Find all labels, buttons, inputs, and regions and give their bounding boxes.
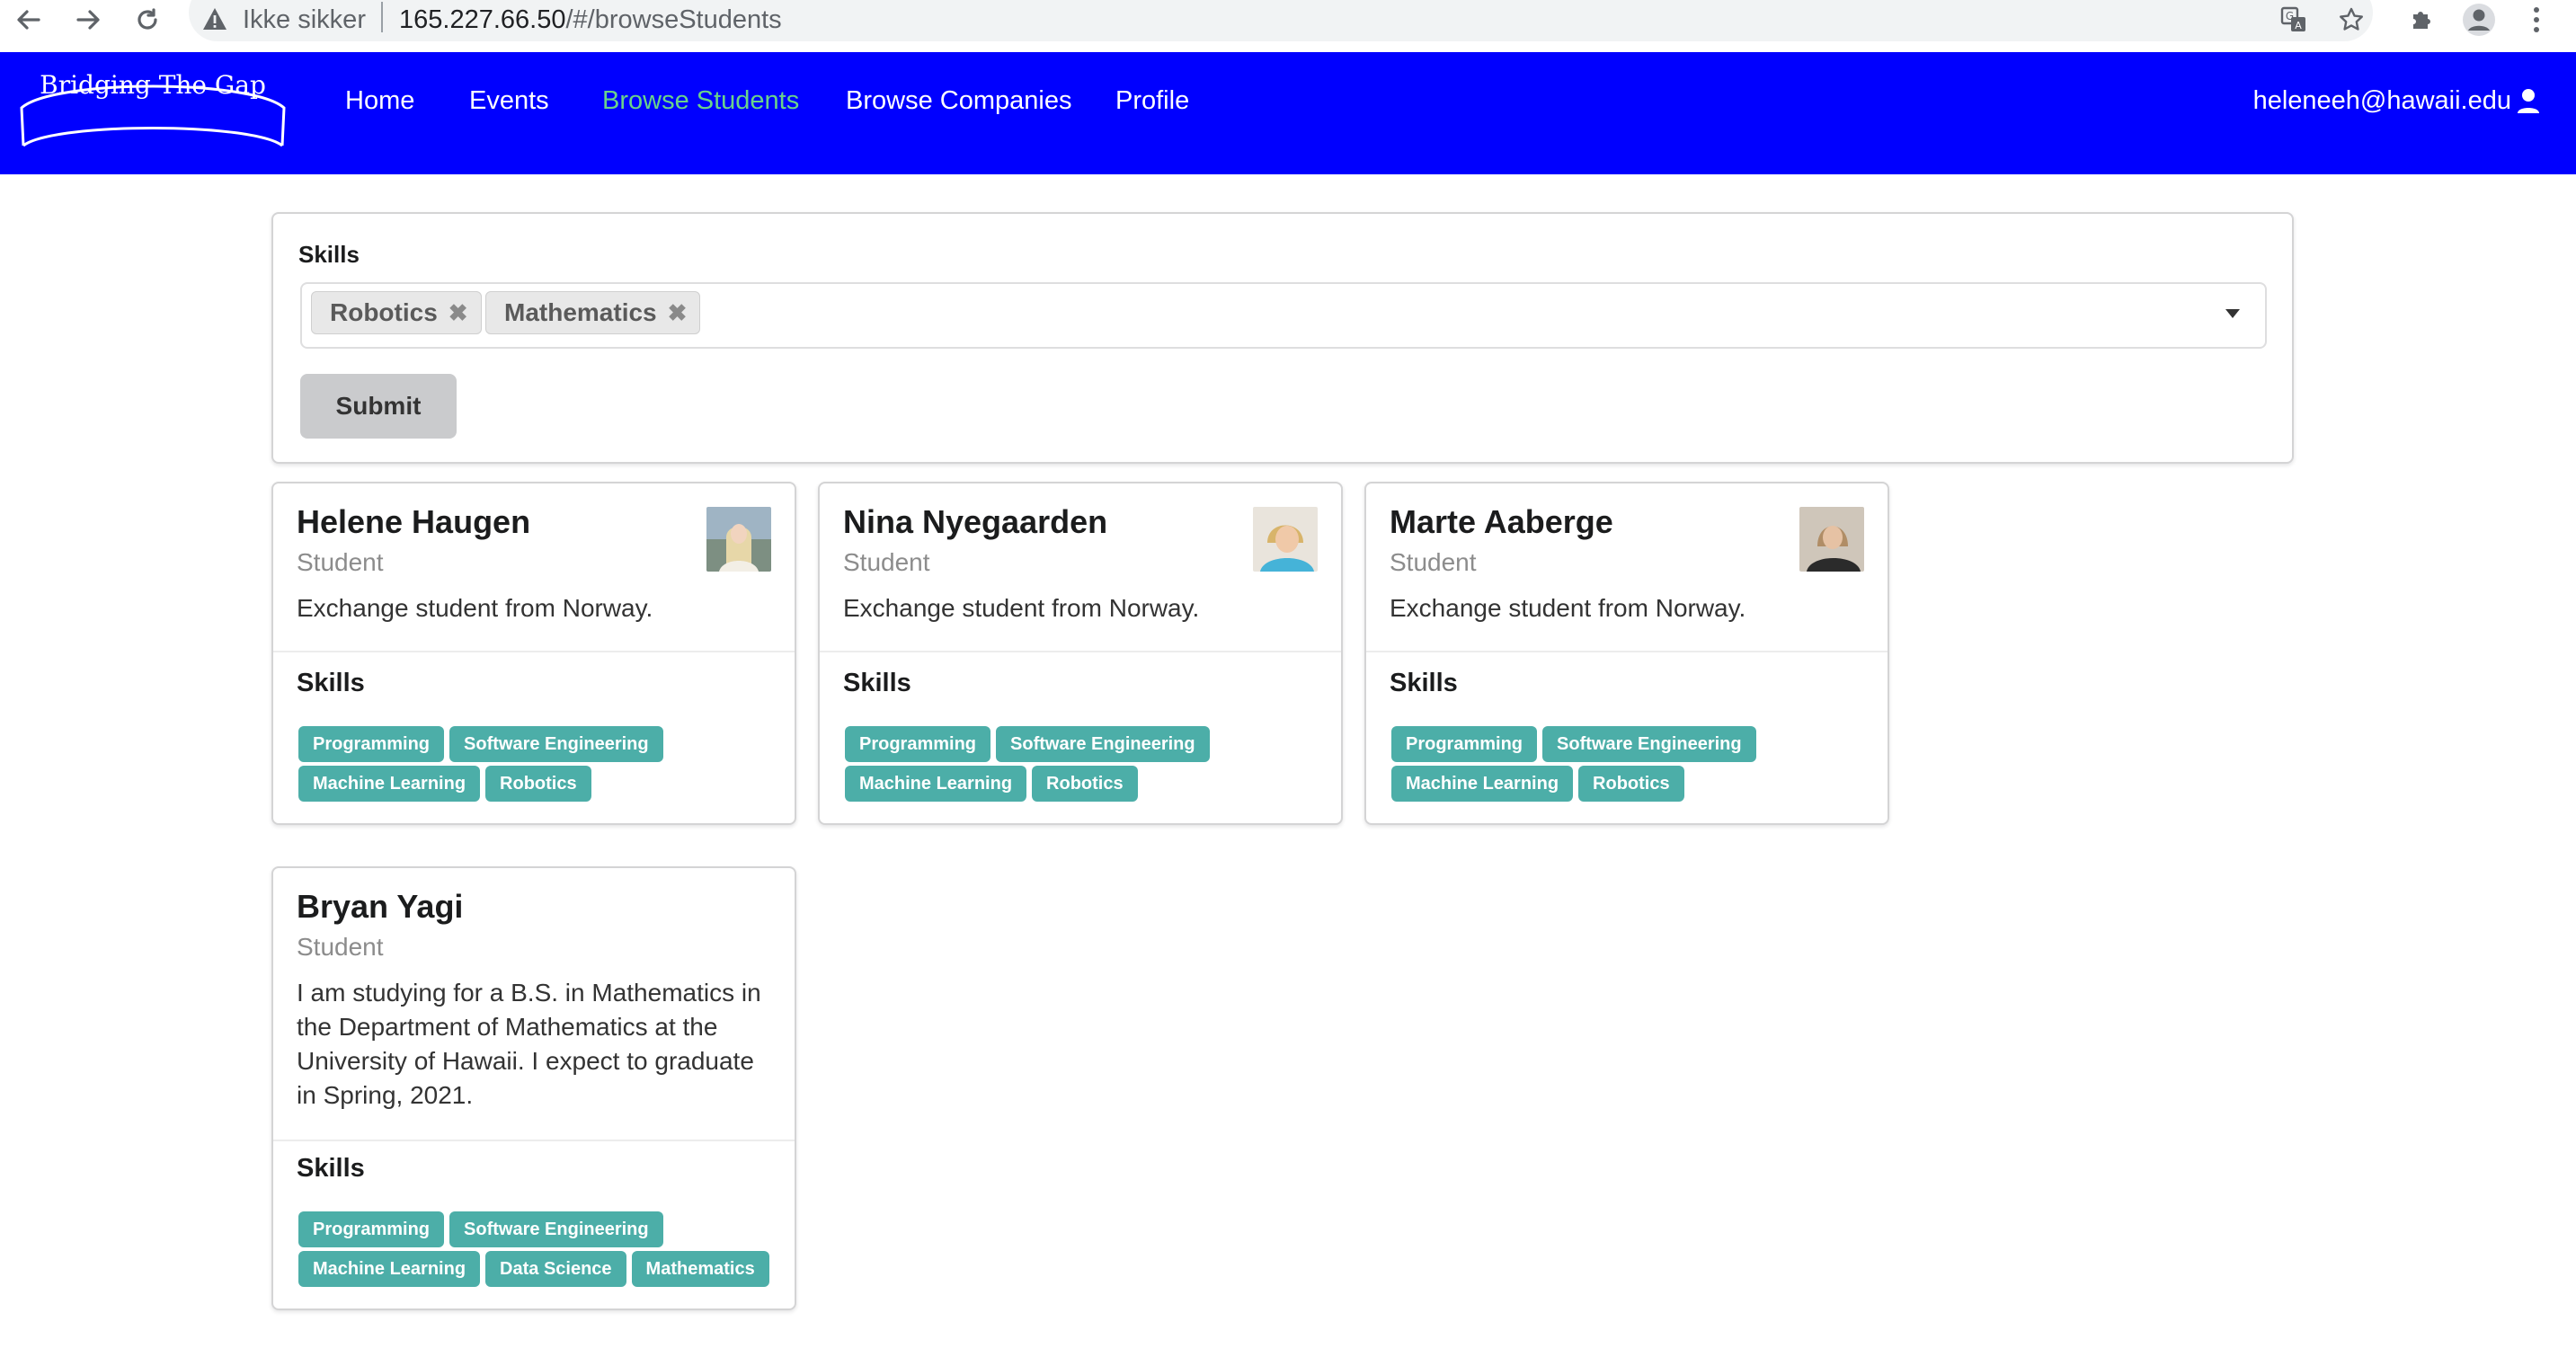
skill-tag[interactable]: Machine Learning	[298, 1251, 481, 1287]
student-card: Bryan Yagi Student I am studying for a B…	[271, 866, 796, 1310]
skill-tag[interactable]: Software Engineering	[1542, 726, 1756, 762]
nav-browse-students[interactable]: Browse Students	[602, 83, 799, 119]
student-card: Nina Nyegaarden Student Exchange student…	[818, 482, 1343, 825]
student-name: Bryan Yagi	[297, 888, 464, 925]
user-icon	[2518, 89, 2539, 113]
url-path: /#/browseStudents	[565, 5, 782, 34]
card-divider	[273, 651, 795, 652]
chip-label: Robotics	[330, 298, 438, 326]
skill-tag[interactable]: Programming	[298, 1211, 445, 1247]
remove-chip-icon[interactable]: ✖	[668, 299, 688, 327]
skill-tag[interactable]: Software Engineering	[449, 1211, 663, 1247]
nav-home[interactable]: Home	[345, 83, 414, 119]
student-name: Helene Haugen	[297, 503, 531, 540]
submit-button[interactable]: Submit	[300, 374, 457, 439]
skill-tag[interactable]: Machine Learning	[298, 766, 481, 802]
profile-avatar-icon[interactable]	[2459, 0, 2499, 40]
skill-tag[interactable]: Programming	[298, 726, 445, 762]
student-name: Marte Aaberge	[1390, 503, 1613, 540]
kebab-menu-icon[interactable]	[2517, 0, 2556, 40]
skill-tag[interactable]: Data Science	[485, 1251, 626, 1287]
selected-skill-chip: Robotics ✖	[311, 291, 482, 334]
url-text[interactable]: 165.227.66.50/#/browseStudents	[399, 4, 782, 35]
student-description: Exchange student from Norway.	[1390, 594, 1746, 622]
skill-tag[interactable]: Machine Learning	[1391, 766, 1574, 802]
student-role: Student	[1390, 548, 1477, 576]
skills-multiselect[interactable]: Robotics ✖ Mathematics ✖	[300, 282, 2267, 349]
security-label[interactable]: Ikke sikker	[243, 4, 366, 35]
remove-chip-icon[interactable]: ✖	[449, 299, 468, 327]
user-menu[interactable]: heleneeh@hawaii.edu	[2253, 83, 2540, 119]
user-email: heleneeh@hawaii.edu	[2252, 85, 2511, 115]
skill-tag[interactable]: Programming	[1391, 726, 1538, 762]
student-avatar	[1799, 507, 1864, 572]
student-card: Helene Haugen Student Exchange student f…	[271, 482, 796, 825]
nav-browse-companies[interactable]: Browse Companies	[846, 83, 1071, 119]
site-logo[interactable]: Bridging The Gap	[18, 59, 288, 156]
nav-events[interactable]: Events	[469, 83, 549, 119]
skills-filter-label: Skills	[298, 241, 360, 268]
skill-tag[interactable]: Software Engineering	[449, 726, 663, 762]
student-avatar	[1253, 507, 1318, 572]
student-description: Exchange student from Norway.	[297, 594, 653, 622]
bookmark-star-icon[interactable]	[2332, 0, 2371, 40]
card-divider	[1366, 651, 1888, 652]
svg-text:A: A	[2295, 20, 2302, 31]
skills-heading: Skills	[297, 669, 365, 697]
card-divider	[273, 1140, 795, 1141]
extensions-puzzle-icon[interactable]	[2402, 0, 2441, 40]
warning-icon	[203, 8, 227, 30]
student-role: Student	[297, 933, 384, 961]
address-bar[interactable]: Ikke sikker 165.227.66.50/#/browseStuden…	[189, 0, 2373, 41]
skill-tag[interactable]: Robotics	[485, 766, 591, 802]
skills-heading: Skills	[1390, 669, 1458, 697]
browser-toolbar: Ikke sikker 165.227.66.50/#/browseStuden…	[0, 0, 2576, 50]
student-name: Nina Nyegaarden	[843, 503, 1108, 540]
card-divider	[820, 651, 1341, 652]
skills-heading: Skills	[843, 669, 911, 697]
skill-tags: Programming Software Engineering Machine …	[845, 726, 1330, 805]
skill-tag[interactable]: Mathematics	[631, 1251, 769, 1287]
student-role: Student	[843, 548, 930, 576]
student-role: Student	[297, 548, 384, 576]
dropdown-caret-icon[interactable]	[2225, 309, 2240, 318]
selected-skill-chip: Mathematics ✖	[485, 291, 701, 334]
skill-tags: Programming Software Engineering Machine …	[298, 726, 784, 805]
student-card: Marte Aaberge Student Exchange student f…	[1364, 482, 1889, 825]
skills-heading: Skills	[297, 1154, 365, 1183]
logo-text: Bridging The Gap	[40, 70, 266, 100]
site-navbar: Bridging The Gap Home Events Browse Stud…	[0, 52, 2576, 174]
nav-profile[interactable]: Profile	[1115, 83, 1189, 119]
skill-tags: Programming Software Engineering Machine …	[298, 1211, 784, 1291]
skill-tag[interactable]: Robotics	[1578, 766, 1684, 802]
back-arrow-icon[interactable]	[9, 0, 49, 40]
translate-icon[interactable]: G A	[2274, 0, 2314, 40]
skills-filter-form: Skills Robotics ✖ Mathematics ✖ Submit	[271, 212, 2294, 464]
chip-label: Mathematics	[504, 298, 657, 326]
reload-icon[interactable]	[128, 0, 167, 40]
url-host: 165.227.66.50	[399, 5, 566, 34]
skill-tag[interactable]: Machine Learning	[845, 766, 1027, 802]
student-avatar	[706, 507, 771, 572]
skill-tag[interactable]: Programming	[845, 726, 991, 762]
student-description: Exchange student from Norway.	[843, 594, 1200, 622]
skill-tags: Programming Software Engineering Machine …	[1391, 726, 1877, 805]
student-description: I am studying for a B.S. in Mathematics …	[297, 979, 761, 1109]
skill-tag[interactable]: Software Engineering	[996, 726, 1210, 762]
address-separator	[381, 2, 383, 32]
forward-arrow-icon[interactable]	[68, 0, 108, 40]
skill-tag[interactable]: Robotics	[1032, 766, 1138, 802]
